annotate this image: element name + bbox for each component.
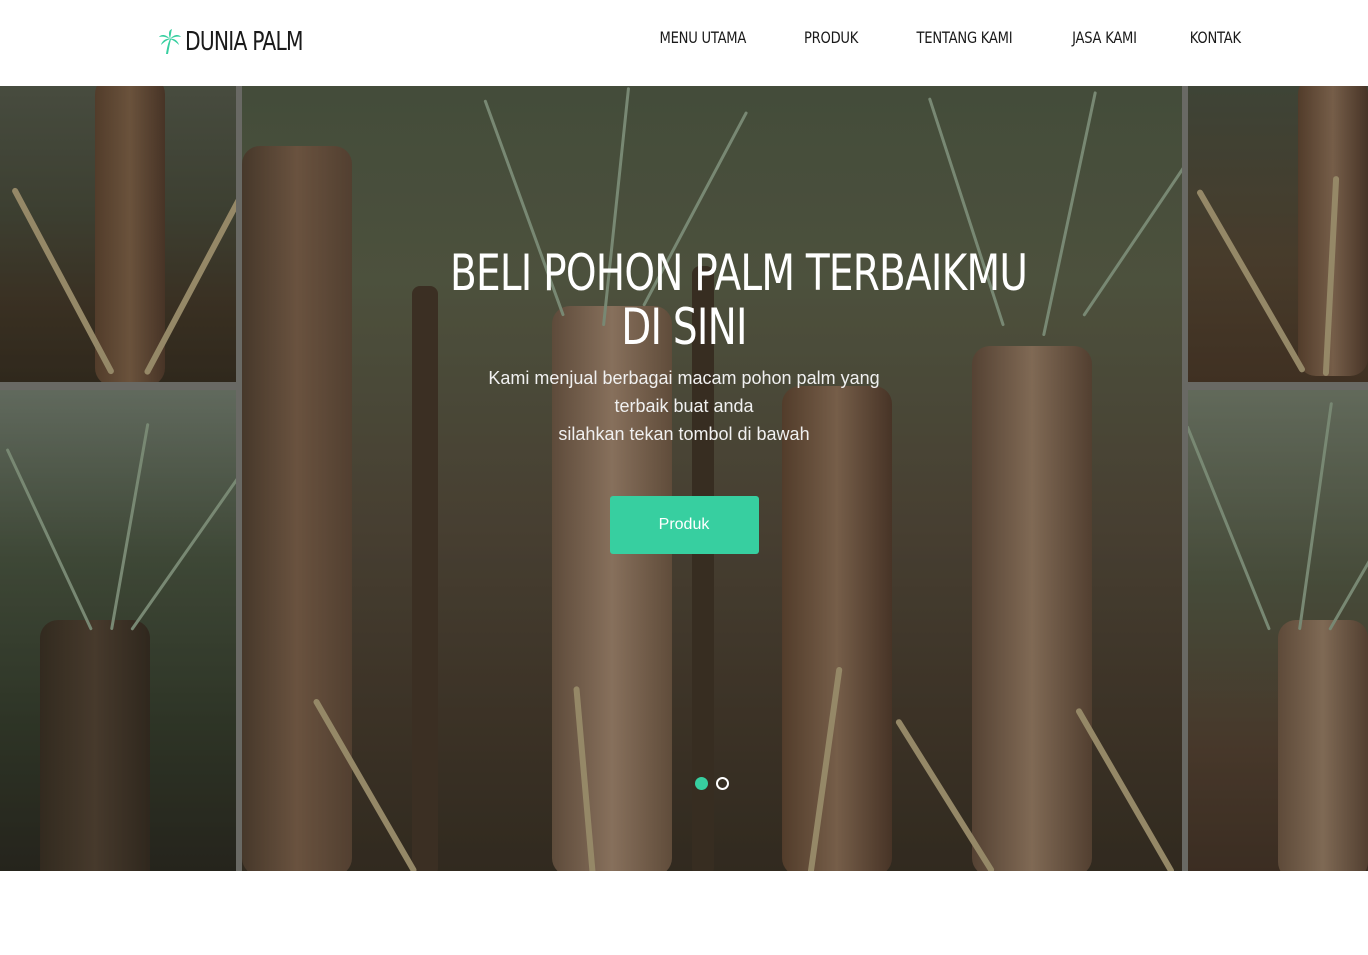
navbar: DUNIA PALM MENU UTAMA PRODUK TENTANG KAM… [0,0,1368,86]
carousel-dot-2[interactable] [716,777,729,790]
hero-title-line-1: BELI POHON PALM TERBAIKMU [450,244,1028,302]
nav-item-menu-utama[interactable]: MENU UTAMA [642,28,763,47]
nav-item-produk[interactable]: PRODUK [787,28,876,47]
brand-name: DUNIA PALM [185,27,304,57]
main-nav: MENU UTAMA PRODUK TENTANG KAMI JASA KAMI… [629,28,1248,47]
hero-subtitle-line-2: silahkan tekan tombol di bawah [558,424,810,444]
nav-item-tentang-kami[interactable]: TENTANG KAMI [899,28,1029,47]
nav-item-kontak[interactable]: KONTAK [1172,28,1240,47]
produk-button[interactable]: Produk [609,496,759,554]
hero-title-line-2: DI SINI [621,298,747,356]
carousel-indicators [695,777,729,790]
hero-carousel: BELI POHON PALM TERBAIKMU DI SINI Kami m… [0,86,1368,871]
brand-logo[interactable]: DUNIA PALM [158,24,336,60]
hero-content: BELI POHON PALM TERBAIKMU DI SINI Kami m… [384,244,1028,554]
hero-subtitle-line-1: Kami menjual berbagai macam pohon palm y… [488,368,880,416]
palm-tree-icon [159,29,181,54]
hero-title: BELI POHON PALM TERBAIKMU DI SINI [450,244,1028,356]
hero-subtitle: Kami menjual berbagai macam pohon palm y… [384,364,984,448]
nav-item-jasa-kami[interactable]: JASA KAMI [1055,28,1154,47]
carousel-dot-1[interactable] [695,777,708,790]
